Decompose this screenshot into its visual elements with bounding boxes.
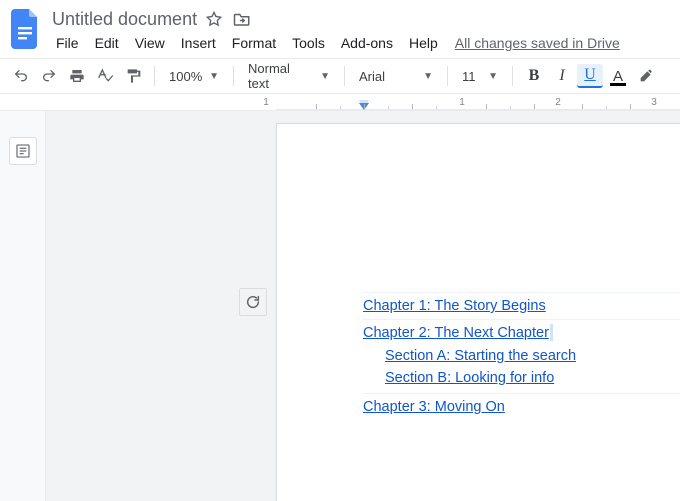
redo-button[interactable]: [36, 63, 62, 89]
zoom-value: 100%: [169, 69, 202, 84]
ruler[interactable]: 1 1 2 3: [276, 94, 680, 110]
menu-edit[interactable]: Edit: [88, 32, 126, 54]
separator: [154, 66, 155, 86]
chevron-down-icon: ▼: [423, 71, 433, 82]
menu-help[interactable]: Help: [402, 32, 445, 54]
menu-file[interactable]: File: [49, 32, 86, 54]
outline-toggle-button[interactable]: [9, 137, 37, 165]
text-color-button[interactable]: A: [605, 63, 631, 89]
paint-format-button[interactable]: [120, 63, 146, 89]
fontsize-dropdown[interactable]: 11 ▼: [456, 63, 504, 89]
ruler-number: 3: [651, 97, 657, 108]
print-button[interactable]: [64, 63, 90, 89]
chevron-down-icon: ▼: [488, 71, 498, 82]
table-of-contents: Chapter 1: The Story Begins Chapter 2: T…: [363, 292, 680, 420]
zoom-dropdown[interactable]: 100% ▼: [163, 63, 225, 89]
document-page[interactable]: Chapter 1: The Story Begins Chapter 2: T…: [276, 123, 680, 501]
underline-button[interactable]: U: [577, 64, 603, 88]
italic-button[interactable]: I: [549, 63, 575, 89]
undo-button[interactable]: [8, 63, 34, 89]
menu-tools[interactable]: Tools: [285, 32, 332, 54]
document-title[interactable]: Untitled document: [48, 9, 197, 30]
ruler-number: 1: [263, 97, 269, 108]
ruler-number: 1: [459, 97, 465, 108]
text-caret: [550, 324, 553, 341]
spellcheck-button[interactable]: [92, 63, 118, 89]
menu-insert[interactable]: Insert: [174, 32, 223, 54]
toc-link[interactable]: Section A: Starting the search: [385, 348, 576, 364]
outline-panel: [0, 111, 46, 501]
toc-link[interactable]: Section B: Looking for info: [385, 370, 554, 386]
toc-link[interactable]: Chapter 2: The Next Chapter: [363, 325, 549, 341]
toc-refresh-button[interactable]: [239, 288, 267, 316]
separator: [344, 66, 345, 86]
docs-logo-icon[interactable]: [8, 6, 44, 52]
bold-button[interactable]: B: [521, 63, 547, 89]
menu-view[interactable]: View: [128, 32, 172, 54]
font-value: Arial: [359, 69, 385, 84]
fontsize-value: 11: [462, 69, 476, 84]
style-dropdown[interactable]: Normal text ▼: [242, 63, 336, 89]
chevron-down-icon: ▼: [320, 71, 330, 82]
star-icon[interactable]: [203, 8, 225, 30]
chevron-down-icon: ▼: [209, 71, 219, 82]
highlight-button[interactable]: [633, 63, 659, 89]
toc-link[interactable]: Chapter 3: Moving On: [363, 399, 505, 415]
ruler-number: 2: [555, 97, 561, 108]
menu-addons[interactable]: Add-ons: [334, 32, 400, 54]
toc-link[interactable]: Chapter 1: The Story Begins: [363, 298, 546, 314]
menu-format[interactable]: Format: [225, 32, 283, 54]
font-dropdown[interactable]: Arial ▼: [353, 63, 439, 89]
separator: [233, 66, 234, 86]
toolbar: 100% ▼ Normal text ▼ Arial ▼ 11 ▼ B I U …: [0, 58, 680, 94]
save-status[interactable]: All changes saved in Drive: [447, 35, 620, 51]
move-to-folder-icon[interactable]: [231, 8, 253, 30]
workspace: Chapter 1: The Story Begins Chapter 2: T…: [0, 110, 680, 501]
separator: [447, 66, 448, 86]
menubar: File Edit View Insert Format Tools Add-o…: [48, 30, 620, 56]
separator: [512, 66, 513, 86]
style-value: Normal text: [248, 61, 314, 91]
